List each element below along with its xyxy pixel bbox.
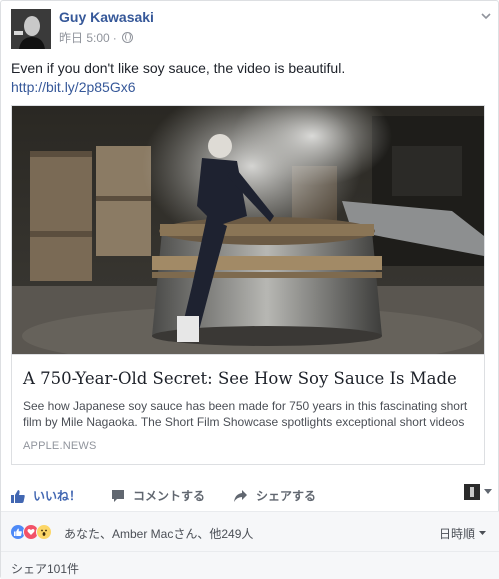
preview-domain: APPLE.NEWS (23, 440, 97, 452)
preview-description: See how Japanese soy sauce has been made… (23, 399, 468, 429)
share-arrow-icon (234, 489, 247, 502)
like-button[interactable]: いいね！ (11, 487, 81, 504)
caret-down-icon (479, 531, 486, 535)
shares-count[interactable]: シェア101件 (1, 551, 499, 579)
post-card: Guy Kawasaki 昨日 5:00 · Even if you don't… (0, 0, 499, 579)
shares-label: シェア101件 (11, 562, 80, 576)
caret-down-icon (484, 489, 492, 494)
chevron-down-icon[interactable] (481, 11, 491, 21)
post-timestamp[interactable]: 昨日 5:00 (59, 29, 110, 46)
reaction-summary[interactable]: あなた、Amber Macさん、他249人 (64, 525, 253, 542)
like-label: いいね！ (33, 489, 82, 503)
comment-sort-dropdown[interactable]: 日時順 (439, 525, 486, 542)
post-header: Guy Kawasaki 昨日 5:00 · (11, 9, 491, 49)
globe-icon[interactable] (121, 32, 133, 43)
preview-image[interactable] (12, 106, 484, 354)
link-preview[interactable]: A 750-Year-Old Secret: See How Soy Sauce… (11, 105, 485, 465)
page-selector[interactable] (464, 484, 492, 500)
wow-reaction-icon (36, 524, 52, 540)
share-button[interactable]: シェアする (233, 487, 316, 504)
author-avatar[interactable] (11, 9, 51, 49)
reactions-bar: あなた、Amber Macさん、他249人 日時順 (1, 511, 499, 551)
meta-separator: · (112, 30, 117, 45)
reaction-icons[interactable] (10, 524, 52, 540)
post-message: Even if you don't like soy sauce, the vi… (11, 60, 346, 76)
post-text: Even if you don't like soy sauce, the vi… (11, 59, 491, 97)
comment-label: コメントする (133, 489, 206, 503)
share-label: シェアする (256, 489, 317, 503)
page-avatar (464, 484, 480, 500)
sort-label: 日時順 (438, 527, 475, 541)
post-link[interactable]: http://bit.ly/2p85Gx6 (11, 78, 491, 97)
thumbs-up-icon (11, 489, 25, 503)
preview-info: A 750-Year-Old Secret: See How Soy Sauce… (12, 354, 484, 464)
comment-icon (112, 489, 124, 502)
comment-button[interactable]: コメントする (111, 487, 205, 504)
post-meta: 昨日 5:00 · (59, 29, 133, 46)
action-bar: いいね！ コメントする シェアする (1, 481, 499, 511)
preview-title[interactable]: A 750-Year-Old Secret: See How Soy Sauce… (23, 369, 473, 389)
author-name[interactable]: Guy Kawasaki (59, 9, 154, 25)
